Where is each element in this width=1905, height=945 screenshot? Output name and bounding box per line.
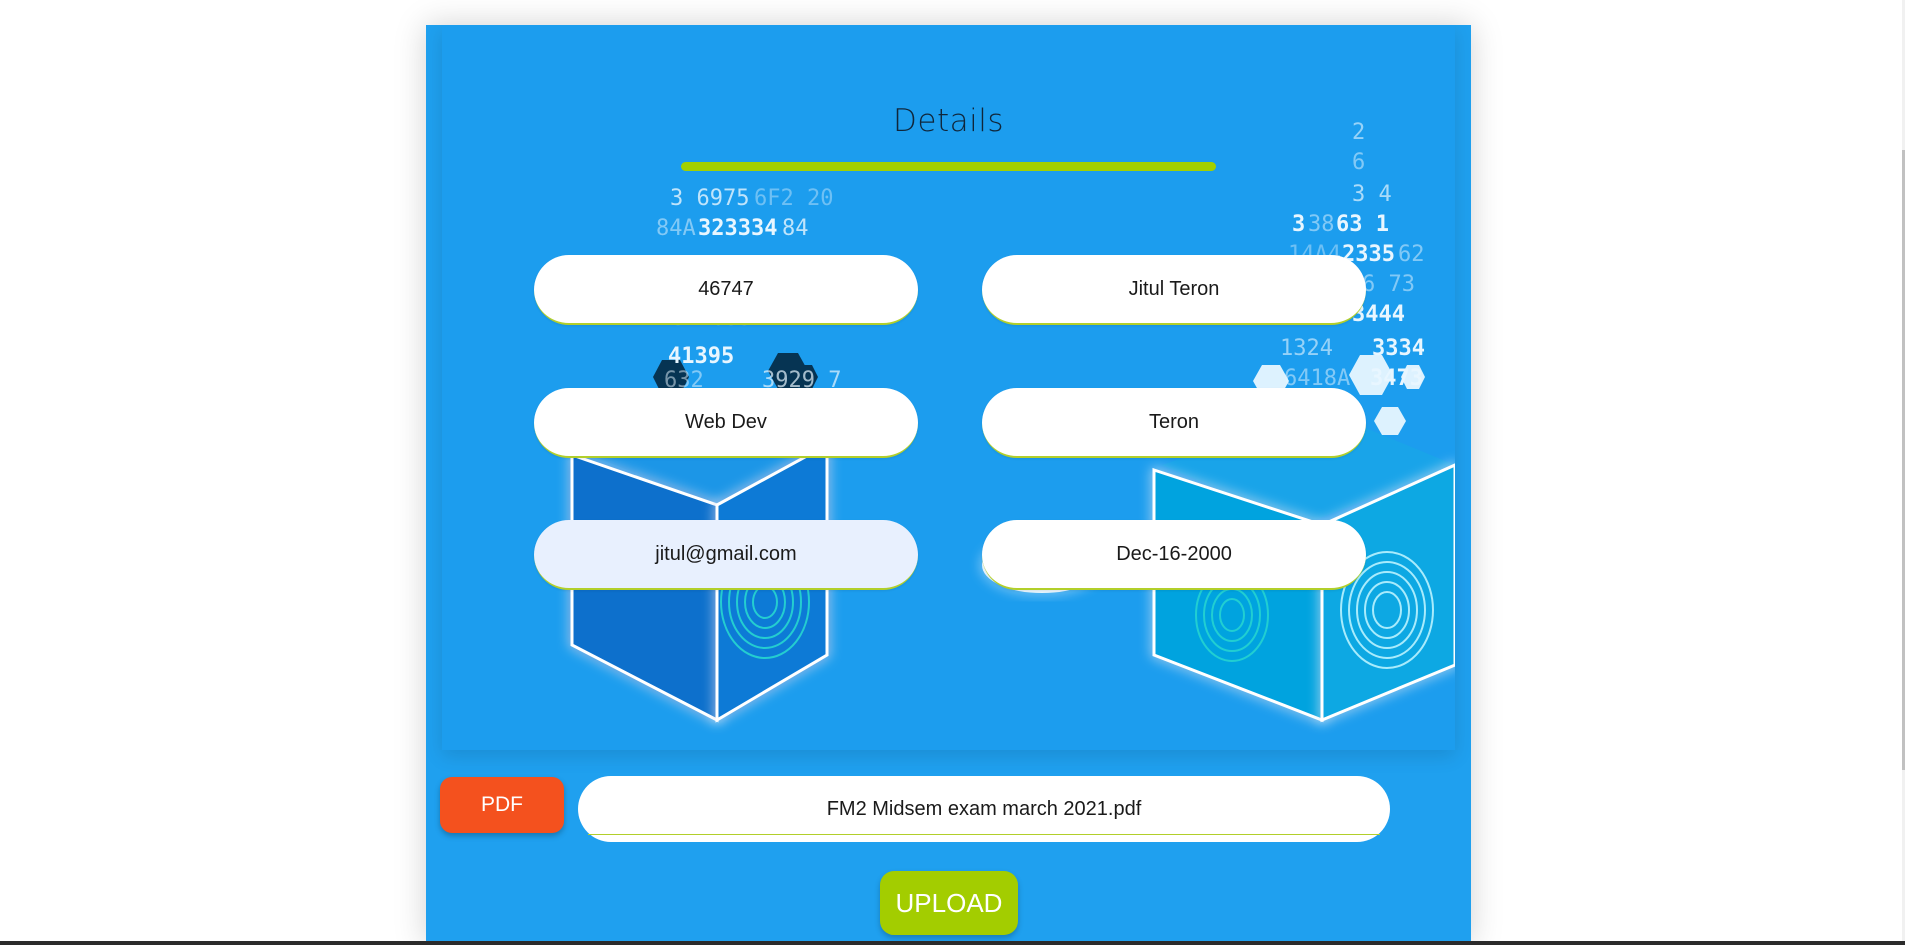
upload-button[interactable]: UPLOAD — [880, 871, 1018, 935]
svg-text:38: 38 — [1308, 212, 1335, 237]
taskbar-edge — [0, 941, 1905, 945]
svg-text:62: 62 — [1398, 242, 1425, 267]
svg-text:323334: 323334 — [698, 216, 777, 241]
details-card: 3 6975 6F2 20 84A 323334 84 32 0334 4139… — [426, 25, 1471, 945]
file-name-text: FM2 Midsem exam march 2021.pdf — [826, 797, 1142, 820]
name-field[interactable]: Jitul Teron — [982, 255, 1366, 325]
pdf-button[interactable]: PDF — [440, 777, 564, 833]
file-name-field[interactable]: FM2 Midsem exam march 2021.pdf — [578, 776, 1390, 842]
svg-text:84: 84 — [782, 216, 809, 241]
svg-text:1324: 1324 — [1280, 336, 1333, 361]
dob-field[interactable]: Dec-16-2000 — [982, 520, 1366, 590]
svg-text:6 73: 6 73 — [1362, 272, 1415, 297]
page: 3 6975 6F2 20 84A 323334 84 32 0334 4139… — [0, 0, 1905, 945]
page-title: Details — [893, 103, 1004, 139]
file-field-underline — [588, 834, 1380, 835]
svg-text:6: 6 — [1352, 150, 1365, 175]
svg-text:84A: 84A — [656, 216, 696, 241]
svg-text:3: 3 — [1292, 212, 1305, 237]
email-field[interactable]: jitul@gmail.com — [534, 520, 918, 590]
surname-field[interactable]: Teron — [982, 388, 1366, 458]
svg-text:41395: 41395 — [668, 344, 734, 369]
svg-text:3 6975: 3 6975 — [670, 186, 749, 211]
role-field[interactable]: Web Dev — [534, 388, 918, 458]
svg-text:3473: 3473 — [1370, 366, 1423, 391]
svg-text:3334: 3334 — [1372, 336, 1425, 361]
id-field[interactable]: 46747 — [534, 255, 918, 325]
svg-text:3 4: 3 4 — [1352, 182, 1392, 207]
svg-text:63 1: 63 1 — [1336, 212, 1389, 237]
title-underline — [681, 162, 1216, 171]
svg-text:6F2 20: 6F2 20 — [754, 186, 833, 211]
